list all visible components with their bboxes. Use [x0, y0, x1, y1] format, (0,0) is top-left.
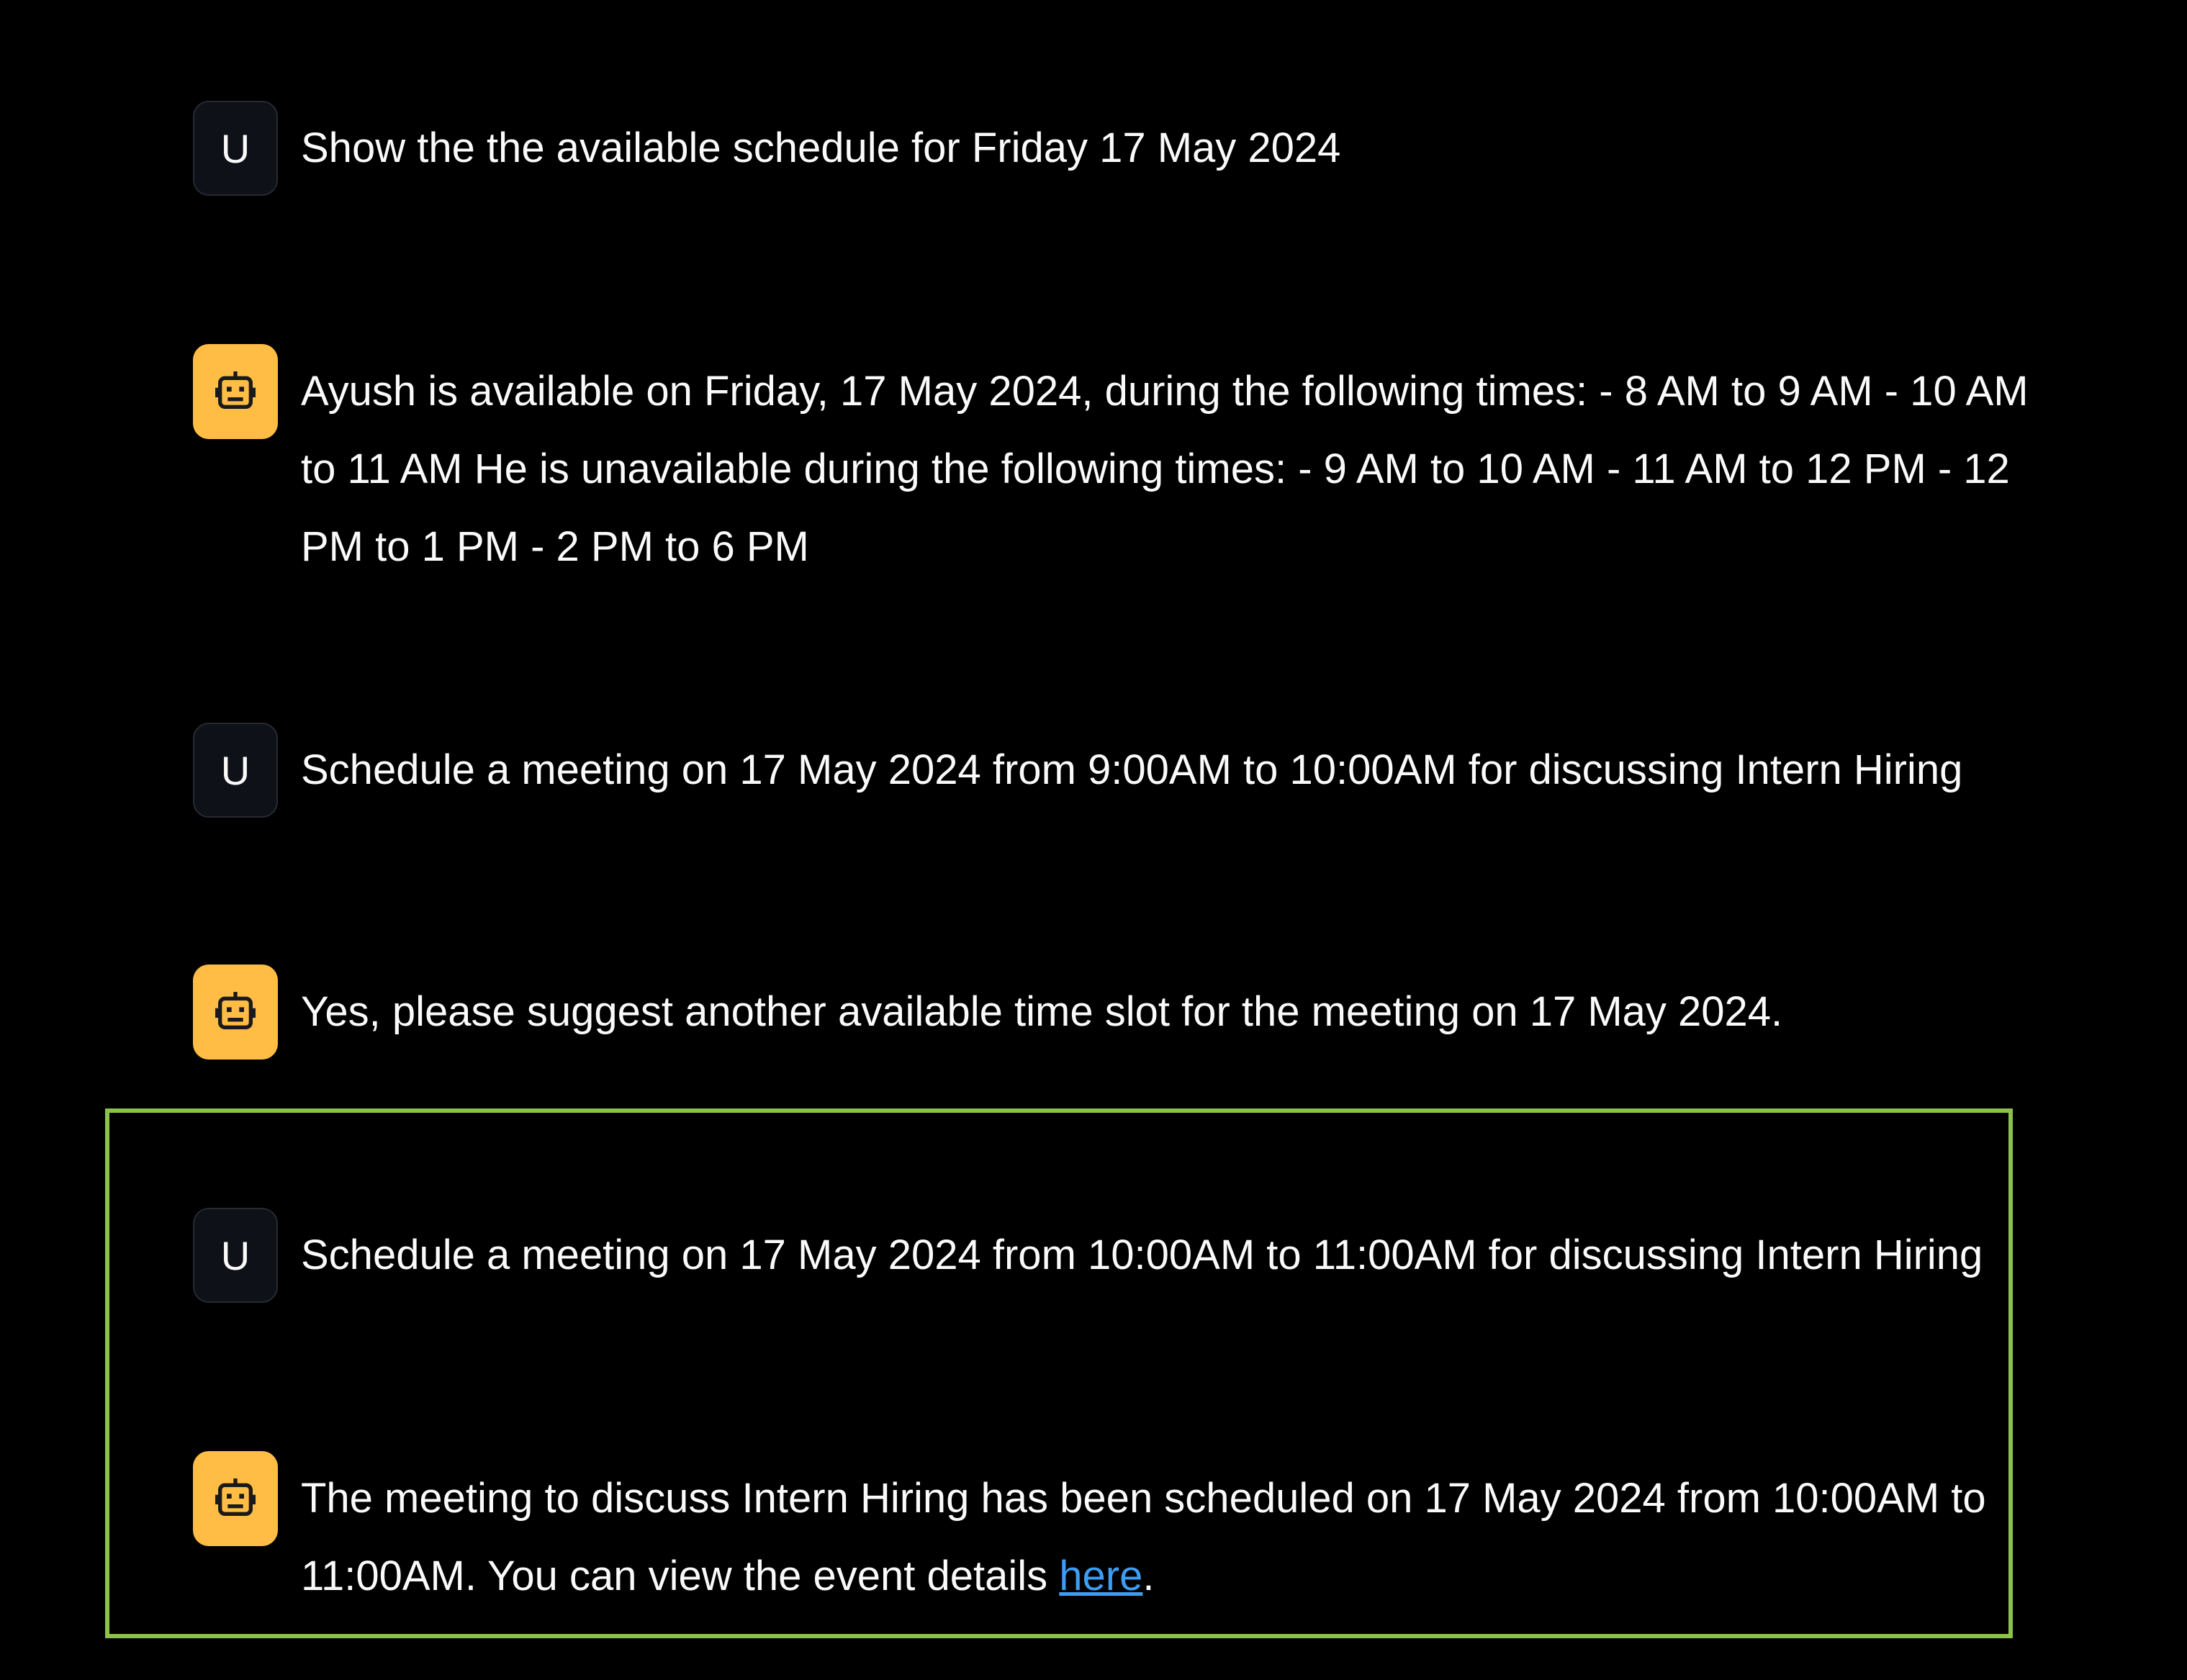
- robot-icon: [215, 371, 256, 409]
- chat-message-assistant: Ayush is available on Friday, 17 May 202…: [193, 344, 2050, 586]
- event-details-link[interactable]: here: [1059, 1553, 1142, 1599]
- user-avatar: U: [193, 1208, 278, 1303]
- message-text-after-link: .: [1142, 1553, 1155, 1599]
- user-avatar: U: [193, 723, 278, 818]
- robot-icon: [215, 1478, 256, 1516]
- message-text: The meeting to discuss Intern Hiring has…: [301, 1460, 2050, 1615]
- message-text: Schedule a meeting on 17 May 2024 from 9…: [301, 746, 1963, 793]
- message-text: Schedule a meeting on 17 May 2024 from 1…: [301, 1232, 1983, 1278]
- bot-avatar: [193, 965, 278, 1060]
- chat-message-user: U Schedule a meeting on 17 May 2024 from…: [193, 1208, 2050, 1303]
- chat-message-assistant: Yes, please suggest another available ti…: [193, 965, 2050, 1060]
- user-avatar: U: [193, 101, 278, 196]
- user-avatar-letter: U: [220, 1232, 251, 1278]
- message-text: Ayush is available on Friday, 17 May 202…: [301, 368, 2029, 570]
- user-avatar-letter: U: [220, 747, 251, 793]
- chat-message-user: U Schedule a meeting on 17 May 2024 from…: [193, 723, 2050, 818]
- chat-message-assistant: The meeting to discuss Intern Hiring has…: [193, 1451, 2050, 1615]
- user-avatar-letter: U: [220, 125, 251, 171]
- message-text: Yes, please suggest another available ti…: [301, 988, 1783, 1035]
- robot-icon: [215, 992, 256, 1029]
- bot-avatar: [193, 1451, 278, 1546]
- message-text: Show the the available schedule for Frid…: [301, 125, 1341, 171]
- chat-message-user: U Show the the available schedule for Fr…: [193, 101, 2050, 196]
- bot-avatar: [193, 344, 278, 439]
